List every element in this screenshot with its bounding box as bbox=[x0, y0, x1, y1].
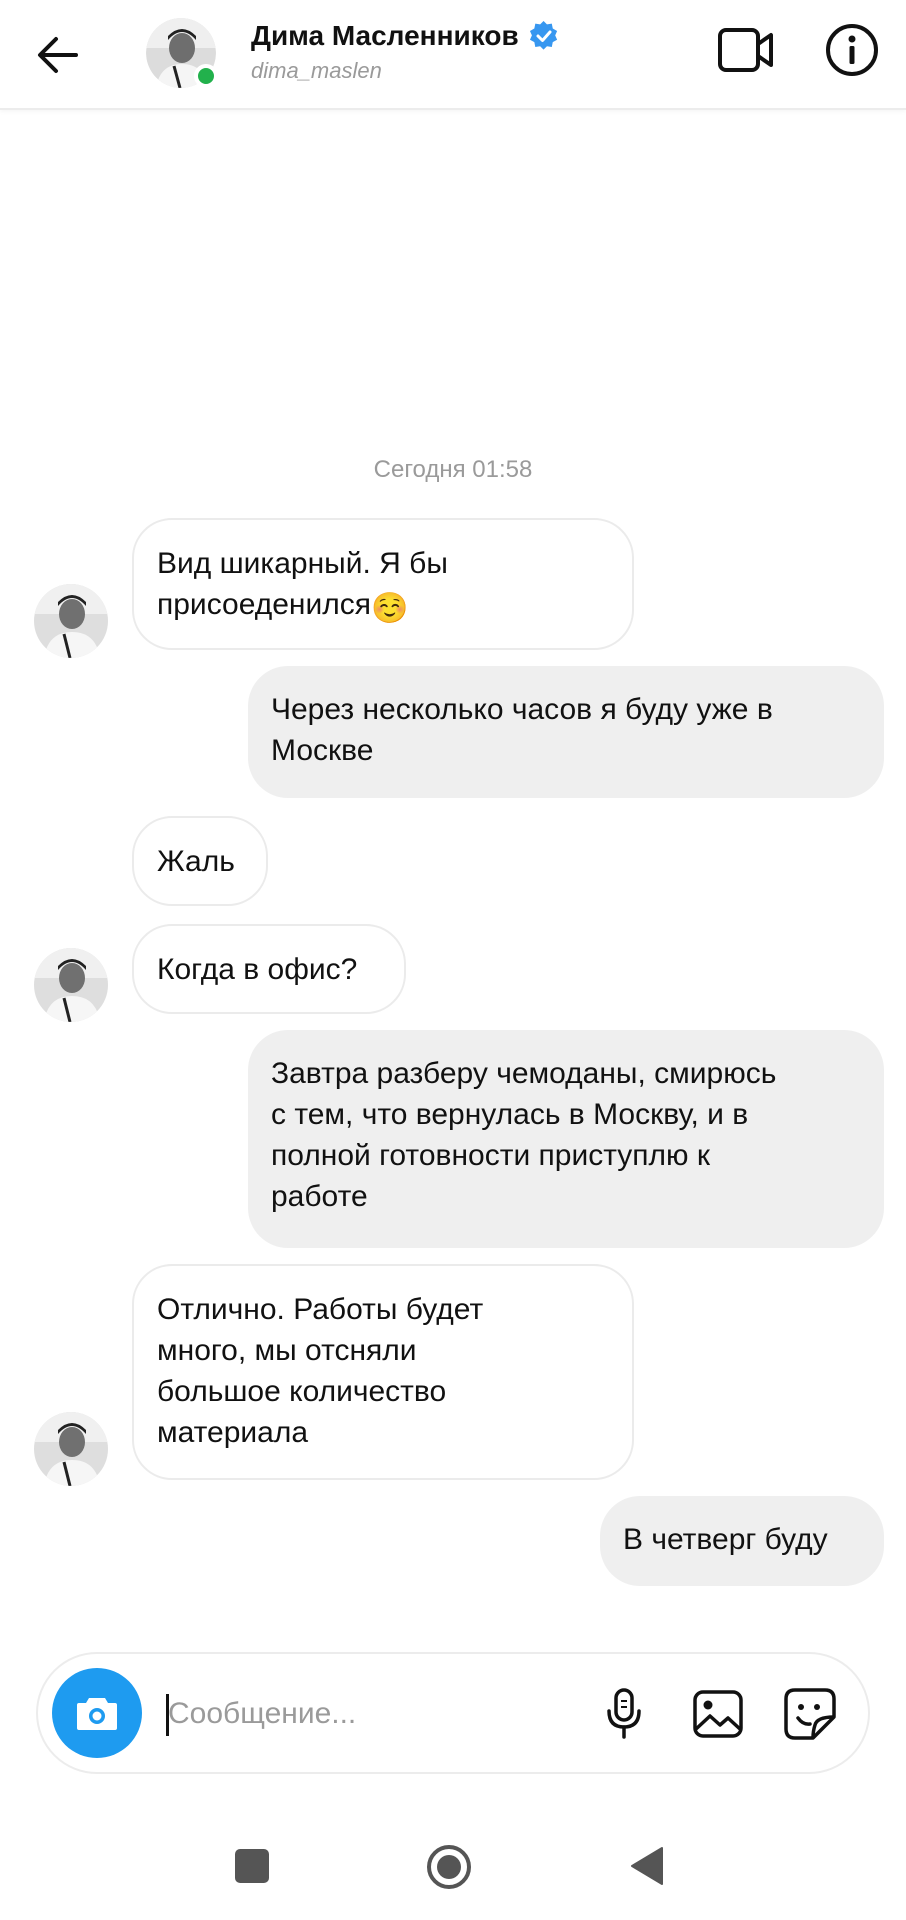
message-composer bbox=[36, 1652, 870, 1774]
contact-username: dima_maslen bbox=[251, 58, 382, 83]
message-bubble-outgoing[interactable]: В четверг буду bbox=[600, 1496, 884, 1586]
avatar[interactable] bbox=[146, 18, 218, 88]
message-text: Вид шикарный. Я бы bbox=[157, 547, 448, 580]
message-bubble-incoming[interactable]: Жаль bbox=[132, 816, 268, 906]
avatar[interactable] bbox=[34, 1412, 108, 1486]
system-navigation-bar bbox=[0, 1810, 906, 1920]
conversation-timestamp: Сегодня 01:58 bbox=[373, 456, 533, 483]
triangle-back-icon[interactable] bbox=[628, 1846, 666, 1886]
microphone-button[interactable] bbox=[594, 1684, 654, 1744]
message-text: Через несколько часов я буду уже в bbox=[271, 693, 773, 726]
online-indicator bbox=[194, 64, 218, 88]
message-text: Отлично. Работы будет bbox=[157, 1293, 484, 1326]
message-text: много, мы отсняли bbox=[157, 1334, 417, 1367]
message-bubble-incoming[interactable]: Когда в офис? bbox=[132, 924, 406, 1014]
verified-badge-icon bbox=[529, 21, 557, 50]
message-text: с тем, что вернулась в Москву, и в bbox=[271, 1098, 749, 1131]
info-icon bbox=[826, 24, 878, 76]
arrow-left-icon bbox=[38, 37, 78, 73]
back-button[interactable] bbox=[30, 30, 86, 80]
message-text: Когда в офис? bbox=[157, 953, 358, 986]
square-recents-icon[interactable] bbox=[234, 1848, 270, 1884]
sticker-button[interactable] bbox=[780, 1684, 840, 1744]
camera-icon bbox=[77, 1698, 117, 1730]
gallery-button[interactable] bbox=[688, 1684, 748, 1744]
message-text: Завтра разберу чемоданы, смирюсь bbox=[271, 1057, 777, 1090]
image-icon bbox=[693, 1690, 743, 1738]
message-bubble-incoming[interactable]: Отлично. Работы будет много, мы отсняли … bbox=[132, 1264, 634, 1480]
info-button[interactable] bbox=[822, 20, 882, 80]
sticker-icon bbox=[784, 1688, 836, 1740]
message-bubble-outgoing[interactable]: Завтра разберу чемоданы, смирюсь с тем, … bbox=[248, 1030, 884, 1248]
message-text: работе bbox=[271, 1180, 368, 1213]
message-bubble-outgoing[interactable]: Через несколько часов я буду уже в Москв… bbox=[248, 666, 884, 798]
video-camera-icon bbox=[718, 28, 773, 72]
message-text: Москве bbox=[271, 734, 374, 767]
smiling-face-emoji: ☺️ bbox=[371, 592, 409, 625]
chat-header: Дима Масленников dima_maslen bbox=[0, 0, 906, 110]
circle-home-icon[interactable] bbox=[426, 1844, 472, 1890]
video-call-button[interactable] bbox=[716, 22, 776, 78]
message-text: полной готовности приступлю к bbox=[271, 1139, 711, 1172]
avatar[interactable] bbox=[34, 948, 108, 1022]
contact-name[interactable]: Дима Масленников bbox=[251, 20, 559, 52]
message-text: В четверг буду bbox=[623, 1523, 828, 1556]
message-text: присоеденился bbox=[157, 588, 371, 621]
message-bubble-incoming[interactable]: Вид шикарный. Я бы присоеденился☺️ bbox=[132, 518, 634, 650]
message-text: большое количество bbox=[157, 1375, 447, 1408]
message-text: Жаль bbox=[157, 845, 235, 878]
message-input[interactable] bbox=[168, 1684, 588, 1744]
microphone-icon bbox=[607, 1688, 641, 1739]
message-text: материала bbox=[157, 1416, 309, 1449]
camera-button[interactable] bbox=[52, 1668, 142, 1758]
avatar[interactable] bbox=[34, 584, 108, 658]
contact-name-text: Дима Масленников bbox=[251, 20, 519, 51]
